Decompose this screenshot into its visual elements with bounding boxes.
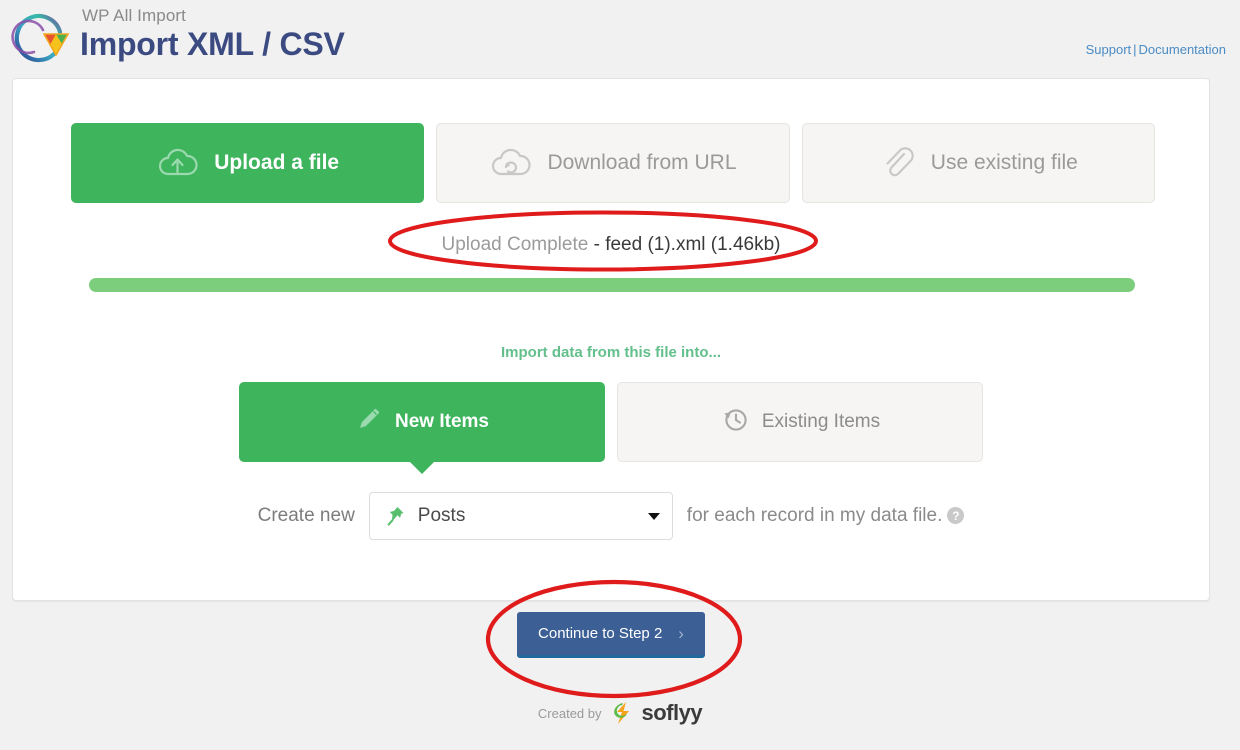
post-type-select[interactable]: Posts: [368, 492, 673, 540]
upload-status: Upload Complete - feed (1).xml (1.46kb): [13, 234, 1209, 256]
tab-download-from-url-label: Download from URL: [547, 151, 737, 174]
source-tab-group: Upload a file Download from URL Use exis…: [71, 123, 1155, 203]
import-target-tab-group: New Items Existing Items: [239, 382, 983, 474]
continue-to-step-2-button[interactable]: Continue to Step 2 ›: [517, 612, 705, 658]
chevron-down-icon: [647, 512, 660, 520]
upload-progress-fill: [89, 278, 1135, 292]
page-title: Import XML / CSV: [80, 26, 345, 62]
tab-upload-a-file[interactable]: Upload a file: [71, 123, 425, 203]
tab-new-items-label: New Items: [395, 411, 489, 432]
links-separator: |: [1133, 42, 1137, 57]
tab-new-items[interactable]: New Items: [239, 382, 605, 474]
create-new-row: Create new Posts for each record in my d…: [13, 492, 1209, 540]
tab-download-from-url[interactable]: Download from URL: [436, 123, 790, 203]
paperclip-icon: [879, 145, 917, 181]
footer-created-by-label: Created by: [537, 705, 602, 721]
help-icon[interactable]: ?: [947, 507, 965, 525]
footer-brand: soflyy: [641, 700, 703, 725]
tab-use-existing-file[interactable]: Use existing file: [801, 123, 1155, 203]
support-link[interactable]: Support: [1086, 42, 1132, 57]
pencil-icon: [355, 405, 383, 439]
create-new-prefix: Create new: [257, 505, 355, 526]
upload-progress-bar: [89, 278, 1135, 292]
tab-existing-items[interactable]: Existing Items: [617, 382, 983, 462]
tab-use-existing-file-label: Use existing file: [930, 151, 1078, 174]
uploaded-file-info: - feed (1).xml (1.46kb): [593, 234, 781, 255]
documentation-link[interactable]: Documentation: [1139, 42, 1226, 57]
cloud-upload-icon: [156, 146, 200, 180]
post-type-select-value: Posts: [417, 505, 466, 526]
page-header: WP All Import Import XML / CSV Support | D…: [0, 0, 1240, 78]
clock-history-icon: [720, 404, 750, 440]
cloud-refresh-icon: [489, 146, 533, 180]
wp-all-import-logo-icon: [10, 8, 72, 68]
pushpin-icon: [386, 505, 406, 527]
footer: Created by soflyy: [0, 700, 1240, 726]
page-root: WP All Import Import XML / CSV Support | D…: [0, 0, 1240, 750]
continue-button-label: Continue to Step 2: [538, 625, 663, 642]
create-new-suffix: for each record in my data file.?: [687, 505, 965, 527]
import-into-heading: Import data from this file into...: [500, 344, 721, 361]
header-links: Support | Documentation: [1086, 42, 1226, 57]
upload-status-label: Upload Complete: [441, 234, 589, 255]
chevron-right-icon: ›: [678, 623, 684, 643]
import-card: Upload a file Download from URL Use exis…: [12, 78, 1210, 601]
create-new-suffix-text: for each record in my data file.: [686, 505, 943, 526]
tab-existing-items-label: Existing Items: [761, 411, 881, 432]
soflyy-logo-icon: [609, 700, 635, 726]
brand-subtitle: WP All Import: [82, 6, 186, 25]
tab-upload-a-file-label: Upload a file: [214, 151, 340, 174]
